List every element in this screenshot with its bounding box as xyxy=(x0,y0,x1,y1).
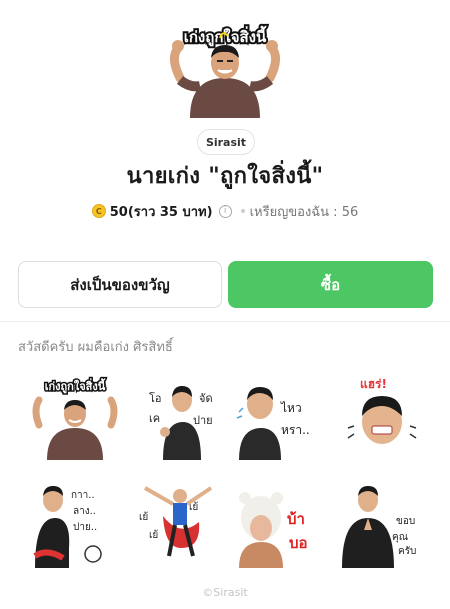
svg-text:แฮร่!: แฮร่! xyxy=(360,377,387,391)
copyright-footer: ©Sirasit xyxy=(202,586,248,599)
svg-text:บอ: บอ xyxy=(289,534,308,552)
buy-button-label: ซื้อ xyxy=(320,275,341,294)
sticker-thumb-8[interactable]: ขอบ คุณ ครับ xyxy=(340,478,440,568)
coin-icon: C xyxy=(91,204,106,218)
sticker-thumb-2[interactable]: โอ เค จัด ปาย xyxy=(135,370,235,460)
svg-text:จัด: จัด xyxy=(199,392,213,405)
coin-balance: เหรียญของฉัน : 56 xyxy=(249,204,359,220)
svg-text:โอ: โอ xyxy=(149,391,162,405)
gift-button[interactable]: ส่งเป็นของขวัญ xyxy=(18,261,222,308)
sticker-thumb-4[interactable]: แฮร่! xyxy=(340,370,440,460)
separator-dot xyxy=(240,209,245,213)
svg-text:กาา..: กาา.. xyxy=(71,490,95,501)
svg-text:ไหว: ไหว xyxy=(280,401,302,415)
svg-text:เก่งถูกใจสิ่งนี้: เก่งถูกใจสิ่งนี้ xyxy=(45,378,106,394)
svg-text:ปาย: ปาย xyxy=(193,414,213,427)
sticker-thumb-7[interactable]: บ้า บอ xyxy=(233,478,333,568)
main-sticker-image[interactable]: เก่งถูกใจสิ่งนี้ xyxy=(160,18,290,118)
sticker-thumb-6[interactable]: เย้ เย้ เย้ xyxy=(135,478,235,568)
svg-text:ขอบ: ขอบ xyxy=(396,516,415,527)
svg-text:ปาย..: ปาย.. xyxy=(73,522,97,533)
svg-text:คุณ: คุณ xyxy=(392,532,408,543)
svg-text:ครับ: ครับ xyxy=(398,546,416,557)
divider xyxy=(0,321,450,322)
sticker-thumb-1[interactable]: เก่งถูกใจสิ่งนี้ xyxy=(25,370,125,460)
buy-button[interactable]: ซื้อ xyxy=(228,261,433,308)
gift-button-label: ส่งเป็นของขวัญ xyxy=(70,275,170,294)
sticker-thumb-5[interactable]: กาา.. ลาง.. ปาย.. xyxy=(25,478,125,568)
svg-text:เย้: เย้ xyxy=(149,529,158,541)
creator-name: Sirasit xyxy=(205,135,247,149)
price-row: C 50(ราว 35 บาท) i เหรียญของฉัน : 56 xyxy=(0,200,450,222)
sticker-thumb-3[interactable]: ไหว หรา.. xyxy=(233,370,333,460)
hero-caption: เก่งถูกใจสิ่งนี้ xyxy=(184,25,267,47)
sticker-set-title: นายเก่ง "ถูกใจสิ่งนี้" xyxy=(126,164,324,189)
svg-text:ลาง..: ลาง.. xyxy=(73,506,96,517)
svg-text:บ้า: บ้า xyxy=(287,510,305,528)
price-text: 50(ราว 35 บาท) xyxy=(109,204,213,220)
creator-link[interactable]: Sirasit xyxy=(197,129,255,155)
svg-text:หรา..: หรา.. xyxy=(281,423,310,437)
svg-text:เค: เค xyxy=(149,412,160,425)
svg-text:เย้: เย้ xyxy=(139,511,148,523)
info-icon[interactable]: i xyxy=(218,204,232,218)
sticker-description: สวัสดีครับ ผมคือเก่ง ศิรสิทธิ์ xyxy=(18,340,173,355)
